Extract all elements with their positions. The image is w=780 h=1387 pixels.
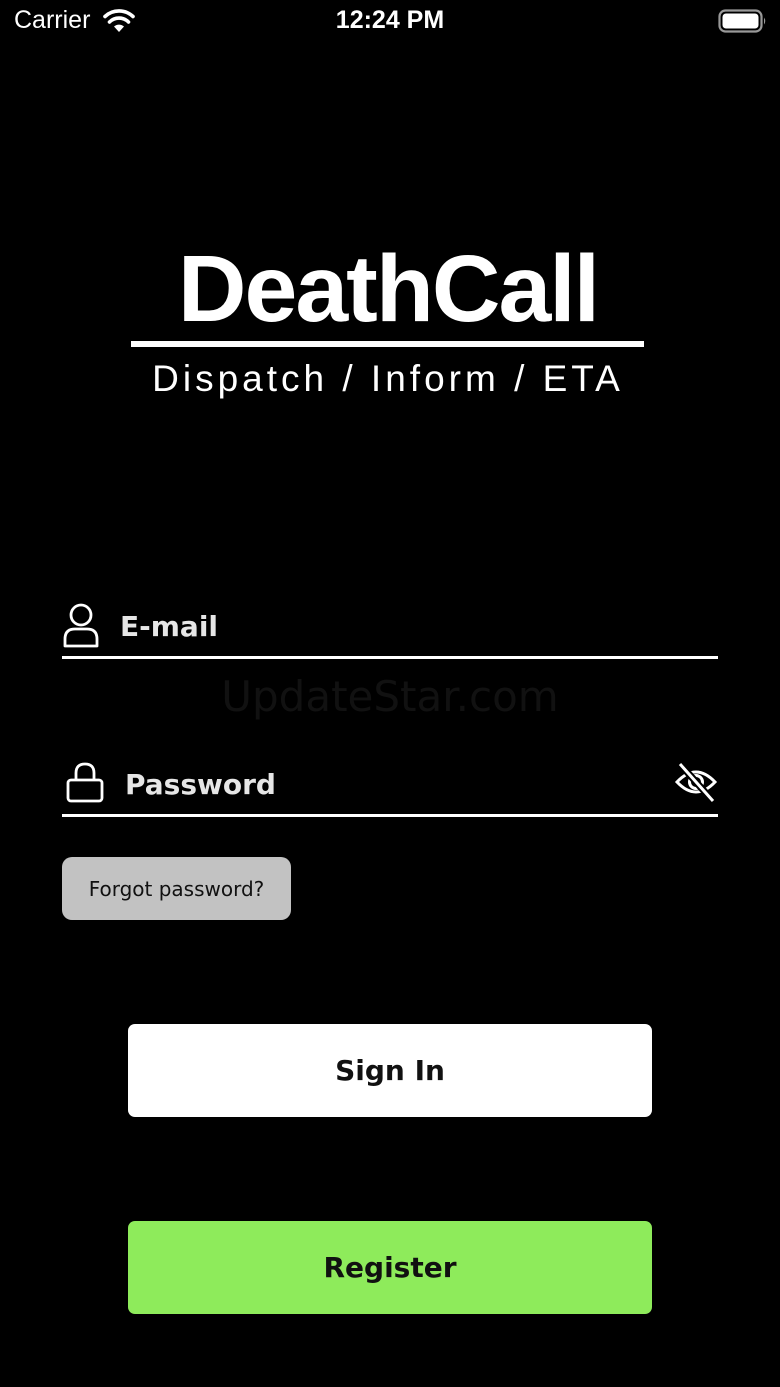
logo-divider <box>131 341 644 347</box>
logo-title: DeathCall <box>177 236 600 342</box>
person-icon <box>62 602 100 648</box>
password-field[interactable] <box>62 754 718 817</box>
forgot-password-button[interactable]: Forgot password? <box>62 857 291 920</box>
app-logo: DeathCall Dispatch / Inform / ETA <box>130 236 646 406</box>
password-input[interactable] <box>125 762 655 806</box>
email-field[interactable] <box>62 596 718 659</box>
register-button[interactable]: Register <box>128 1221 652 1314</box>
email-input[interactable] <box>120 604 710 648</box>
battery-icon <box>718 9 768 33</box>
status-bar: Carrier 12:24 PM <box>0 0 780 44</box>
logo-tagline: Dispatch / Inform / ETA <box>152 358 624 399</box>
clock: 12:24 PM <box>335 6 445 34</box>
sign-in-button[interactable]: Sign In <box>128 1024 652 1117</box>
lock-icon <box>66 760 104 804</box>
watermark: UpdateStar.com <box>221 672 559 721</box>
eye-slash-icon[interactable] <box>674 760 718 804</box>
